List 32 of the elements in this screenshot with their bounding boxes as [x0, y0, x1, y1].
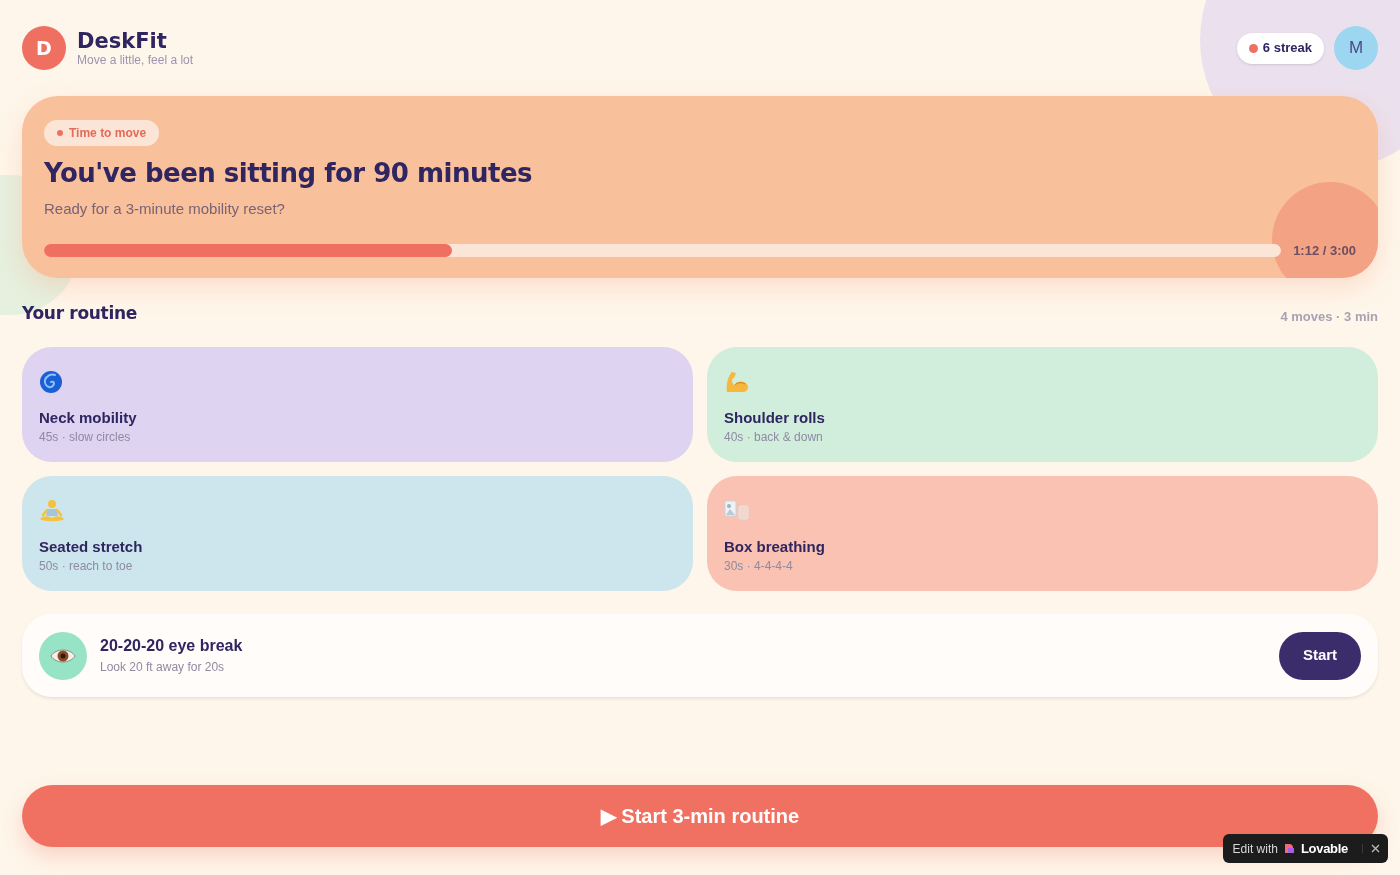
card-title: Neck mobility — [39, 409, 138, 427]
exercise-card[interactable]: Box breathing 30s · 4-4-4-4 — [707, 476, 1378, 591]
card-title: Seated stretch — [39, 538, 144, 556]
card-title: Shoulder rolls — [724, 409, 826, 427]
card-detail: 45s · slow circles — [39, 429, 132, 446]
spiral-icon — [39, 370, 63, 394]
card-detail: 50s · reach to toe — [39, 558, 134, 575]
exercise-card[interactable]: Seated stretch 50s · reach to toe — [22, 476, 693, 591]
logo-badge: D — [22, 26, 66, 70]
meditating-figure-icon — [39, 499, 65, 523]
hero-subtitle: Ready for a 3-minute mobility reset? — [44, 199, 286, 219]
exercise-card[interactable]: Neck mobility 45s · slow circles — [22, 347, 693, 462]
flexed-arm-icon — [724, 370, 750, 394]
routine-summary: 4 moves · 3 min — [1280, 307, 1378, 326]
app-name: DeskFit — [77, 29, 168, 53]
broken-image-icon — [724, 500, 750, 522]
card-title: Box breathing — [724, 538, 826, 556]
progress-time: 1:12 / 3:00 — [1293, 241, 1356, 260]
card-detail: 40s · back & down — [724, 429, 824, 446]
start-button[interactable]: Start — [1279, 631, 1361, 680]
close-icon[interactable] — [1371, 844, 1380, 853]
eye-break-subtitle: Look 20 ft away for 20s — [100, 658, 226, 676]
eye-break-title: 20-20-20 eye break — [100, 635, 244, 656]
app-tagline: Move a little, feel a lot — [77, 53, 194, 67]
heart-icon — [1283, 843, 1295, 854]
hero-title: You've been sitting for 90 minutes — [44, 157, 534, 190]
exercise-card[interactable]: Shoulder rolls 40s · back & down — [707, 347, 1378, 462]
card-detail: 30s · 4-4-4-4 — [724, 558, 794, 575]
status-badge: Time to move — [44, 120, 160, 146]
edit-badge[interactable]: Edit with Lovable — [1222, 834, 1388, 863]
eye-icon — [50, 646, 76, 665]
section-title: Your routine — [22, 301, 137, 325]
